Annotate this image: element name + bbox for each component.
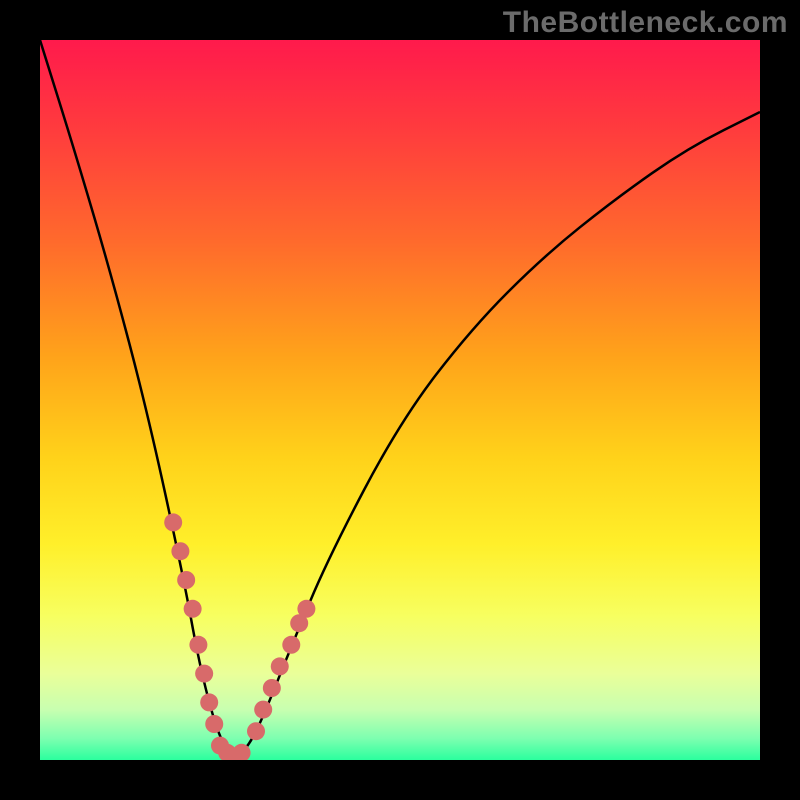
data-point bbox=[195, 665, 213, 683]
bottleneck-curve bbox=[40, 40, 760, 756]
data-point bbox=[247, 722, 265, 740]
data-point bbox=[164, 513, 182, 531]
outer-frame: TheBottleneck.com bbox=[0, 0, 800, 800]
data-point bbox=[263, 679, 281, 697]
data-point bbox=[177, 571, 195, 589]
data-point bbox=[189, 636, 207, 654]
data-point bbox=[200, 693, 218, 711]
data-point bbox=[254, 701, 272, 719]
data-point bbox=[171, 542, 189, 560]
data-point bbox=[282, 636, 300, 654]
data-point bbox=[184, 600, 202, 618]
data-point bbox=[205, 715, 223, 733]
watermark-text: TheBottleneck.com bbox=[503, 6, 788, 40]
chart-svg bbox=[40, 40, 760, 760]
data-point bbox=[271, 657, 289, 675]
data-point bbox=[297, 600, 315, 618]
